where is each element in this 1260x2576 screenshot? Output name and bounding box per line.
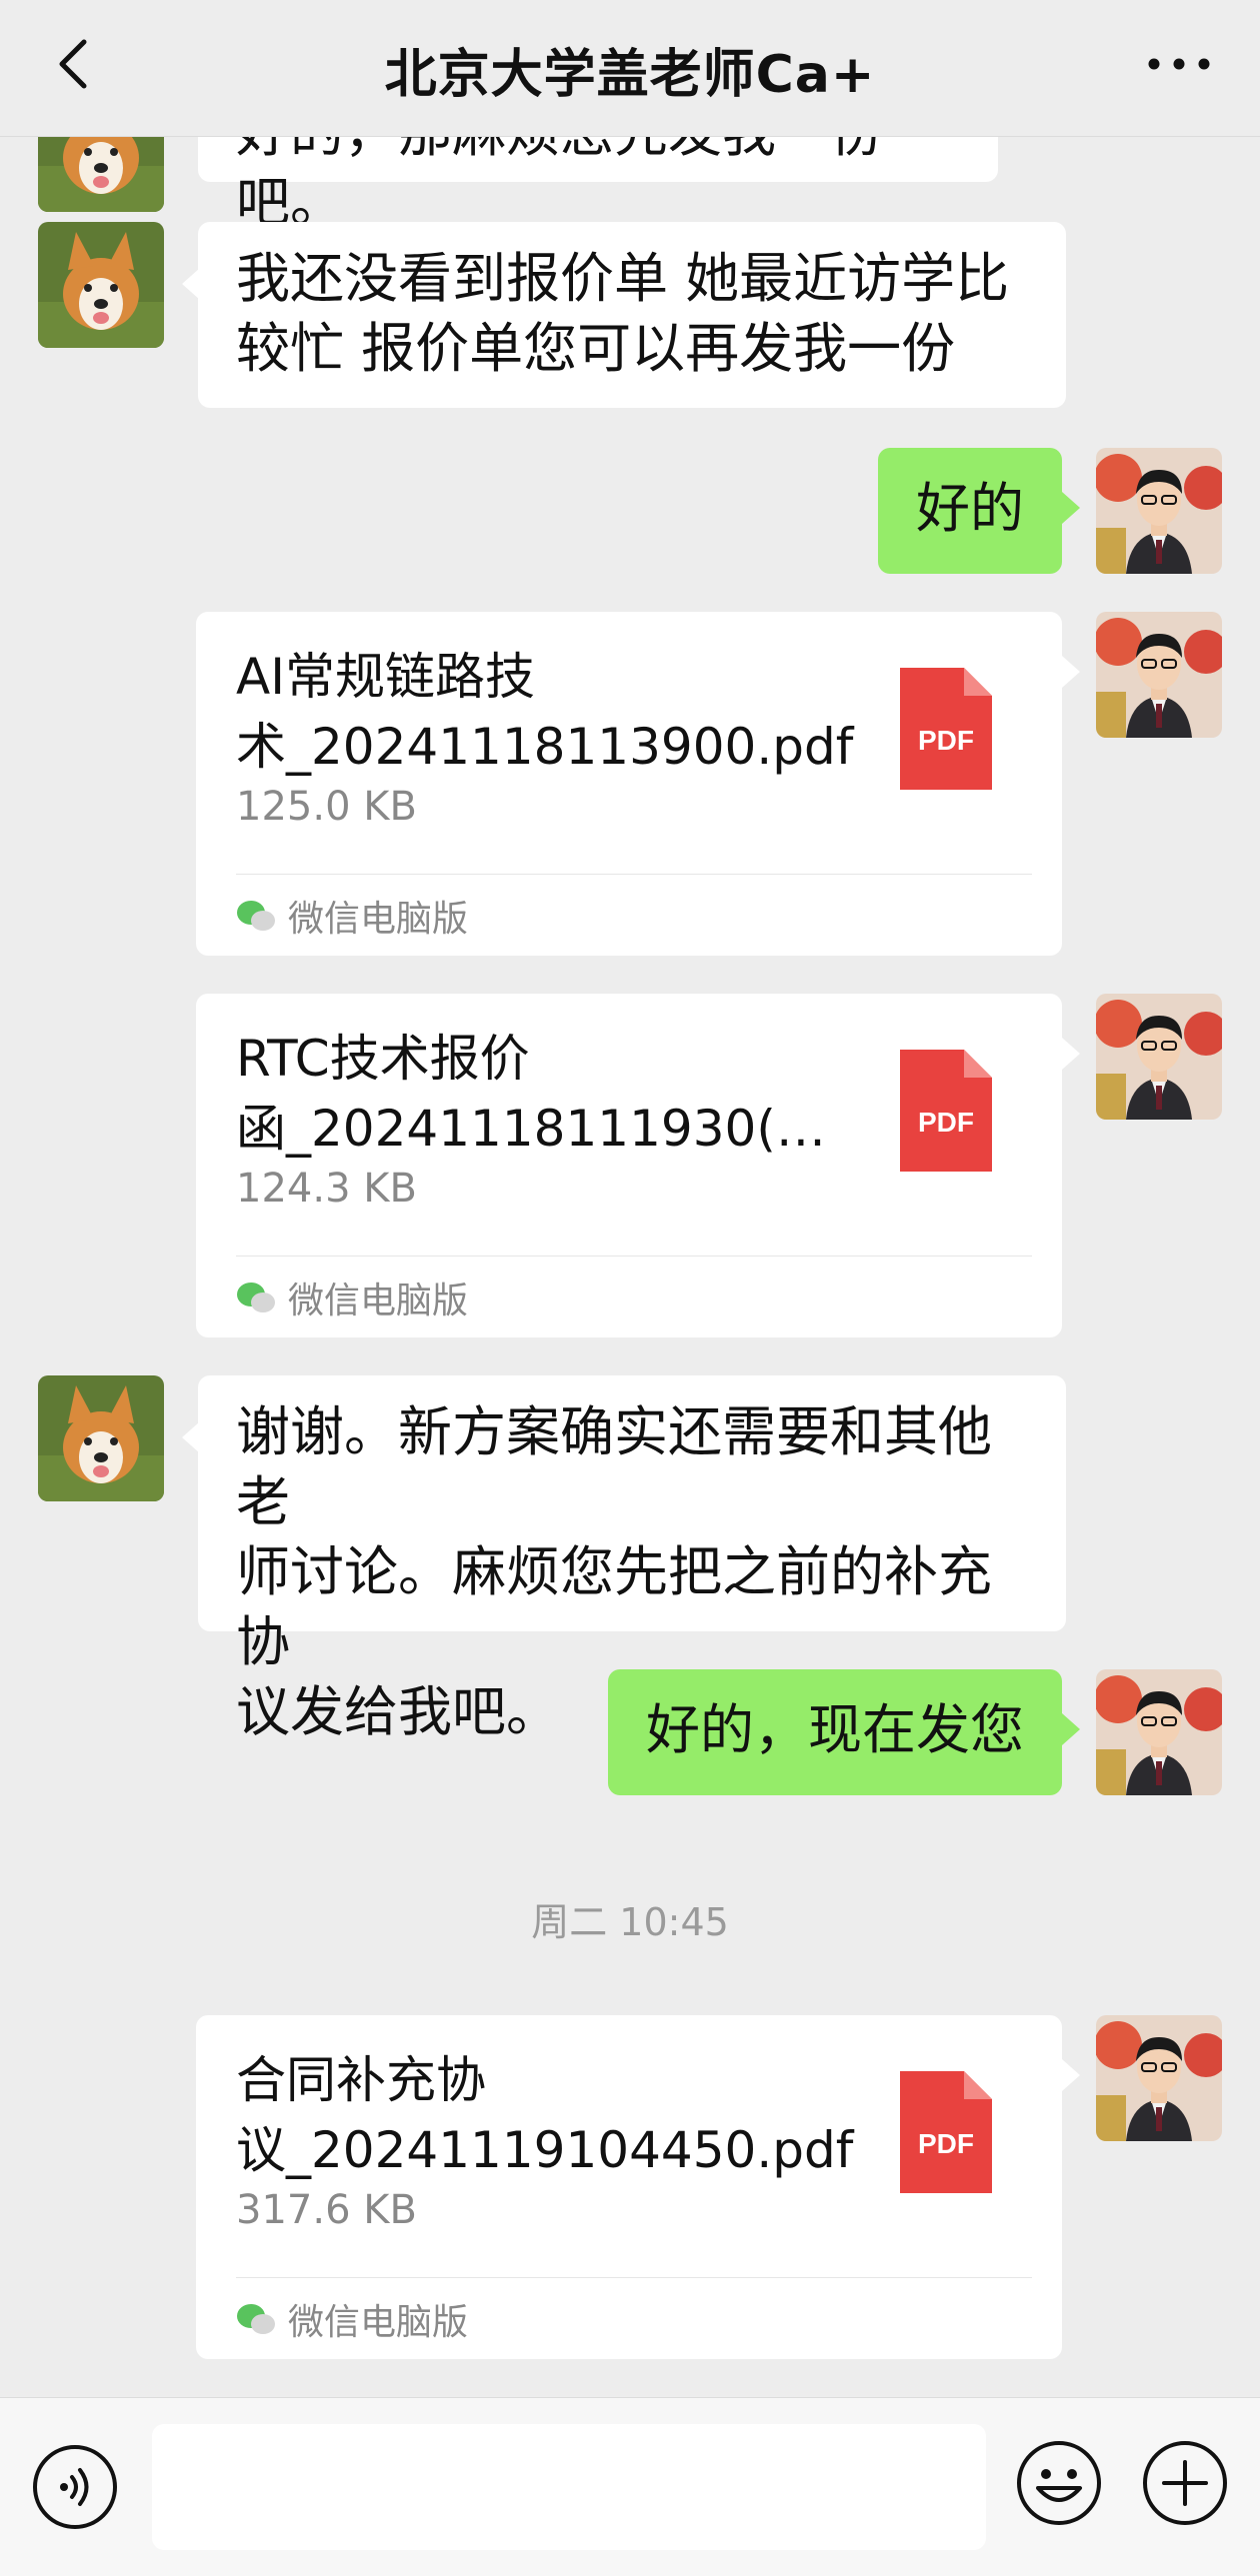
pdf-file-icon: PDF <box>900 2071 992 2193</box>
more-dots-icon[interactable] <box>1144 44 1214 84</box>
emoji-icon[interactable] <box>1014 2438 1104 2528</box>
message-text: 好的 <box>916 477 1024 540</box>
file-source: 微信电脑版 <box>236 2293 468 2345</box>
message-list[interactable]: 好的，那麻烦您先发我一份吧。 我还没看到报价单 她最近访学比 较忙 报价单您可以… <box>0 136 1260 2397</box>
plus-icon[interactable] <box>1140 2438 1230 2528</box>
svg-text:PDF: PDF <box>918 725 974 756</box>
user-avatar[interactable] <box>1096 994 1222 1120</box>
user-avatar[interactable] <box>1096 612 1222 738</box>
message-text-line: 我还没看到报价单 她最近访学比 <box>236 247 1010 310</box>
bubble-tail <box>1062 2059 1080 2091</box>
message-bubble[interactable]: 谢谢。新方案确实还需要和其他老 师讨论。麻烦您先把之前的补充协 议发给我吧。 <box>198 1375 1066 1743</box>
input-bar <box>0 2397 1260 2576</box>
user-avatar[interactable] <box>1096 1669 1222 1795</box>
contact-avatar[interactable] <box>38 1375 164 1501</box>
file-name: 合同补充协 议_20241119104450.pdf <box>236 2051 854 2179</box>
pdf-file-icon: PDF <box>900 668 992 790</box>
wechat-icon <box>237 901 275 931</box>
file-size: 124.3 KB <box>236 1166 417 1212</box>
message-bubble[interactable]: 好的，那麻烦您先发我一份吧。 <box>198 136 998 234</box>
svg-text:PDF: PDF <box>918 1107 974 1138</box>
file-name: RTC技术报价 函_20241118111930(… <box>236 1030 826 1158</box>
message-text-line: 谢谢。新方案确实还需要和其他老 <box>236 1400 992 1533</box>
chat-title: 北京大学盖老师Ca+ <box>384 45 876 105</box>
svg-text:PDF: PDF <box>918 2128 974 2159</box>
contact-avatar[interactable] <box>38 222 164 348</box>
wechat-icon <box>237 1283 275 1312</box>
contact-avatar[interactable] <box>38 136 164 212</box>
bubble-tail <box>1062 1713 1080 1745</box>
message-text: 好的，现在发您 <box>646 1698 1024 1761</box>
wechat-icon <box>237 2304 275 2334</box>
pdf-file-icon: PDF <box>900 1050 992 1172</box>
voice-icon[interactable] <box>30 2442 120 2532</box>
user-avatar[interactable] <box>1096 448 1222 574</box>
file-message[interactable]: RTC技术报价 函_20241118111930(… 124.3 KB PDF … <box>196 994 1062 1337</box>
file-source: 微信电脑版 <box>236 1272 468 1323</box>
user-avatar[interactable] <box>1096 2015 1222 2141</box>
message-bubble[interactable]: 我还没看到报价单 她最近访学比 较忙 报价单您可以再发我一份 <box>198 222 1066 408</box>
file-source: 微信电脑版 <box>236 890 468 942</box>
message-text-line: 师讨论。麻烦您先把之前的补充协 <box>236 1540 992 1673</box>
message-text-line: 较忙 报价单您可以再发我一份 <box>236 317 956 380</box>
bubble-tail <box>1062 1038 1080 1070</box>
bubble-tail <box>1062 492 1080 524</box>
message-input[interactable] <box>152 2424 986 2550</box>
message-bubble[interactable]: 好的，现在发您 <box>608 1669 1062 1795</box>
divider <box>236 2277 1032 2278</box>
file-name: AI常规链路技 术_20241118113900.pdf <box>236 648 854 776</box>
divider <box>236 874 1032 875</box>
message-bubble[interactable]: 好的 <box>878 448 1062 574</box>
chat-header: 北京大学盖老师Ca+ <box>0 0 1260 137</box>
file-size: 317.6 KB <box>236 2187 417 2233</box>
timestamp: 周二 10:45 <box>531 1900 729 1944</box>
divider <box>236 1256 1032 1257</box>
file-message[interactable]: AI常规链路技 术_20241118113900.pdf 125.0 KB PD… <box>196 612 1062 956</box>
file-size: 125.0 KB <box>236 784 417 830</box>
message-text: 好的，那麻烦您先发我一份吧。 <box>236 136 884 234</box>
file-message[interactable]: 合同补充协 议_20241119104450.pdf 317.6 KB PDF … <box>196 2015 1062 2359</box>
bubble-tail <box>1062 656 1080 688</box>
